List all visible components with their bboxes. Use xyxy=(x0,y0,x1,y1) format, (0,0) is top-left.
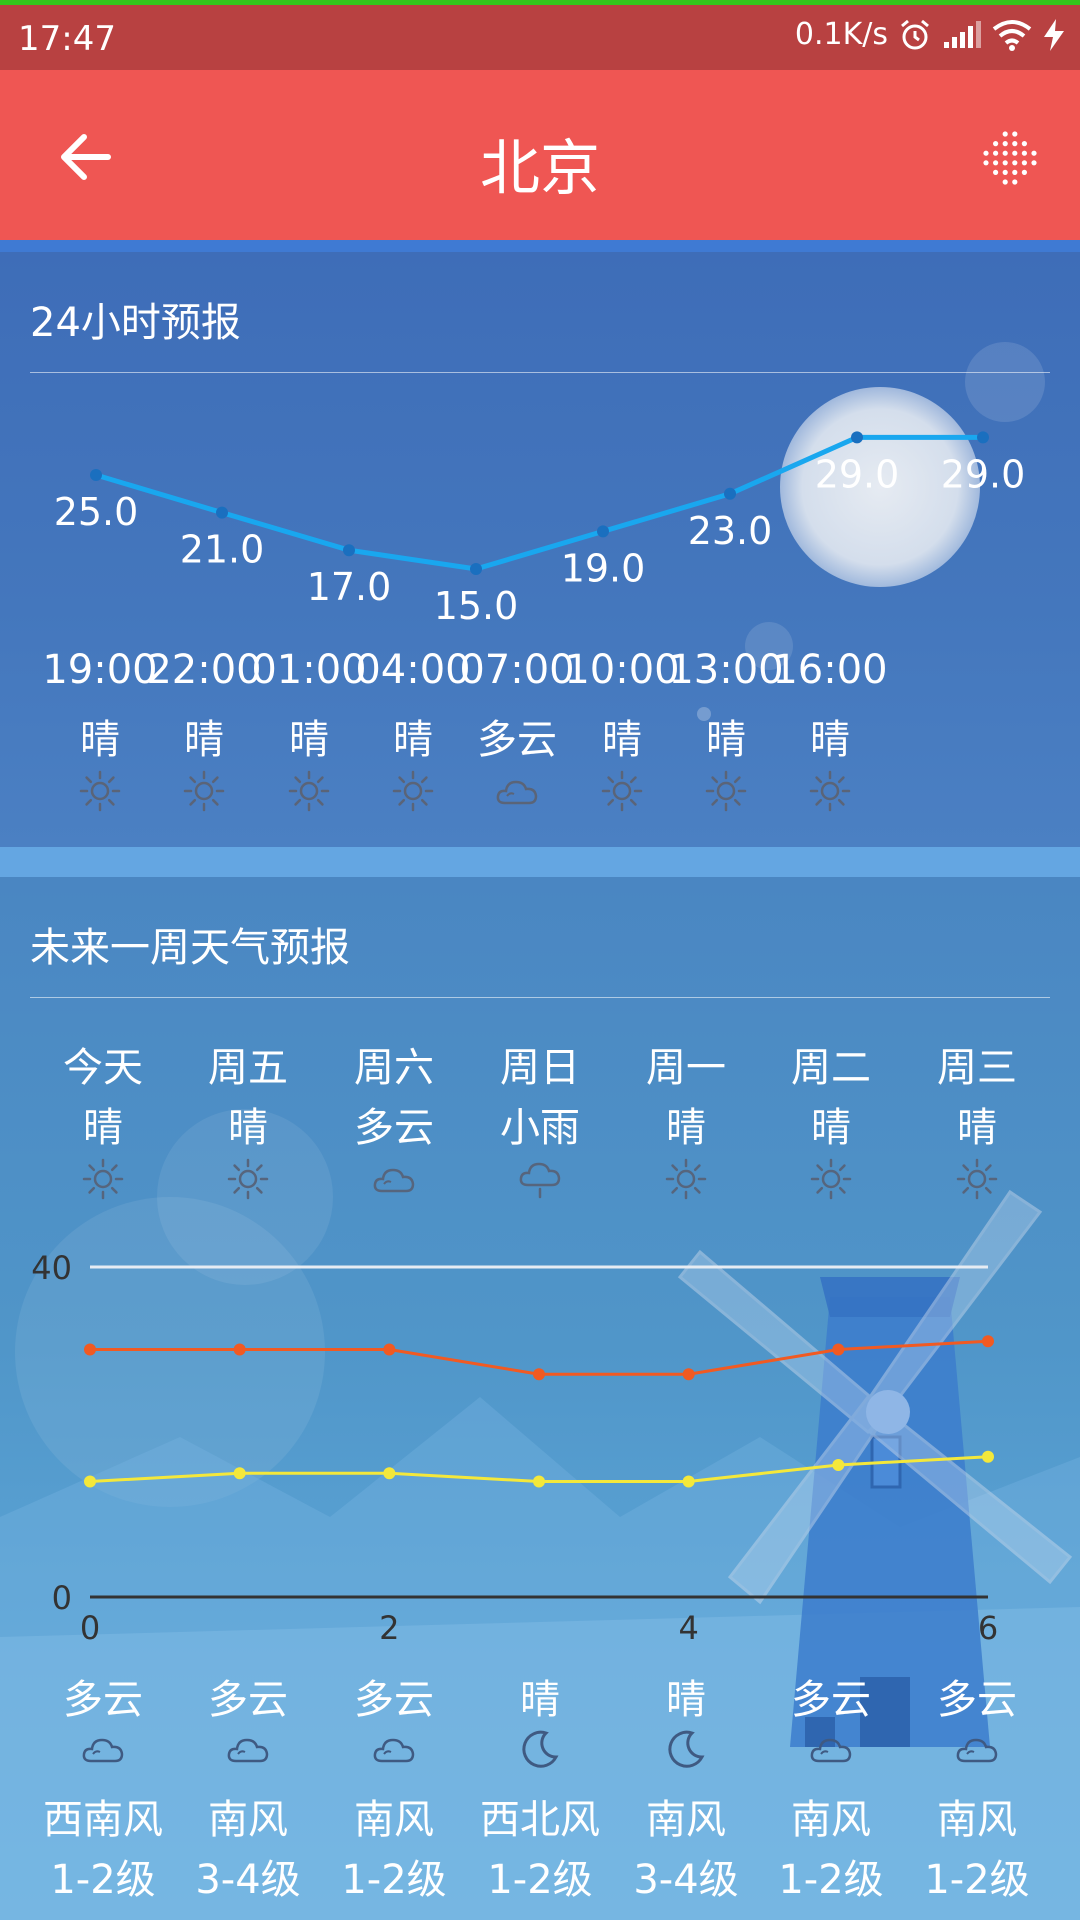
sun-icon xyxy=(183,770,225,812)
series-point-0 xyxy=(982,1335,994,1348)
hourly-temp-label: 15.0 xyxy=(434,584,519,628)
hourly-temp-point xyxy=(724,487,736,500)
sun-icon xyxy=(705,770,747,812)
hourly-temp-label: 23.0 xyxy=(688,509,773,553)
status-icons: 0.1K/s xyxy=(795,17,1066,52)
section-separator xyxy=(0,847,1080,877)
hourly-temp-label: 25.0 xyxy=(54,490,139,534)
section-separator xyxy=(0,240,1080,252)
series-point-1 xyxy=(84,1475,96,1488)
sun-icon xyxy=(79,770,121,812)
hour-time: 16:00 xyxy=(772,647,888,693)
y-tick-label: 0 xyxy=(52,1579,72,1617)
y-tick-label: 40 xyxy=(31,1249,72,1287)
hourly-temp-point xyxy=(470,563,482,575)
hourly-temp-label: 21.0 xyxy=(180,528,265,572)
weekly-temp-chart: 40 00 2 4 6 xyxy=(31,1249,998,1647)
series-point-1 xyxy=(682,1475,695,1488)
hourly-temp-label: 29.0 xyxy=(941,452,1026,496)
x-tick-label: 4 xyxy=(678,1609,698,1647)
series-point-0 xyxy=(682,1368,695,1381)
hourly-temp-point xyxy=(216,506,228,519)
hourly-temp-label: 29.0 xyxy=(815,452,900,496)
hourly-temp-point xyxy=(851,431,863,444)
city-title: 北京 xyxy=(480,134,600,204)
hourly-temp-chart: 25.0 21.0 17.0 15.0 19.0 23.0 29.0 29.0 xyxy=(54,431,1026,628)
series-point-0 xyxy=(233,1343,246,1356)
x-tick-label: 6 xyxy=(978,1609,998,1647)
signal-icon xyxy=(944,20,981,48)
net-speed: 0.1K/s xyxy=(794,17,888,52)
weekly-forecast-section: 未来一周天气预报 今天晴多云 西南风 1-2级 周五晴多云 南风 3-4级 周六 多云 多… xyxy=(0,877,1080,1920)
x-tick-label: 0 xyxy=(80,1609,100,1647)
series-point-0 xyxy=(533,1368,545,1381)
series-point-0 xyxy=(84,1343,96,1356)
sun-icon xyxy=(392,770,434,812)
sun-icon xyxy=(288,770,330,812)
cloud-icon xyxy=(496,780,538,805)
hourly-temp-label: 17.0 xyxy=(307,565,392,609)
hourly-temp-point xyxy=(343,544,355,557)
series-point-1 xyxy=(832,1459,845,1471)
sun-icon xyxy=(809,770,851,812)
hourly-forecast-section: 24小时预报 25.0 21.0 17.0 15.0 19.0 23.0 29.0 29.0 … xyxy=(0,252,1080,847)
charging-icon xyxy=(1044,18,1064,51)
dots-grid-icon[interactable] xyxy=(980,128,1040,188)
series-point-0 xyxy=(832,1343,845,1356)
status-bar: 17:47 0.1K/s xyxy=(0,0,1080,70)
hourly-temp-point xyxy=(90,469,102,481)
status-time: 17:47 xyxy=(18,19,116,59)
series-point-1 xyxy=(383,1467,396,1480)
sun-icon xyxy=(601,770,643,812)
hourly-temp-label: 19.0 xyxy=(561,546,646,590)
series-point-1 xyxy=(233,1467,246,1480)
series-point-0 xyxy=(383,1343,396,1356)
series-point-1 xyxy=(533,1475,545,1488)
app-bar: 北京 xyxy=(0,70,1080,240)
wifi-icon xyxy=(992,19,1032,51)
series-point-1 xyxy=(982,1450,994,1463)
alarm-icon xyxy=(901,19,929,49)
hourly-temp-point xyxy=(977,431,989,444)
hourly-temp-point xyxy=(597,525,609,538)
hour-condition: 晴 xyxy=(810,717,850,763)
x-tick-label: 2 xyxy=(379,1609,399,1647)
